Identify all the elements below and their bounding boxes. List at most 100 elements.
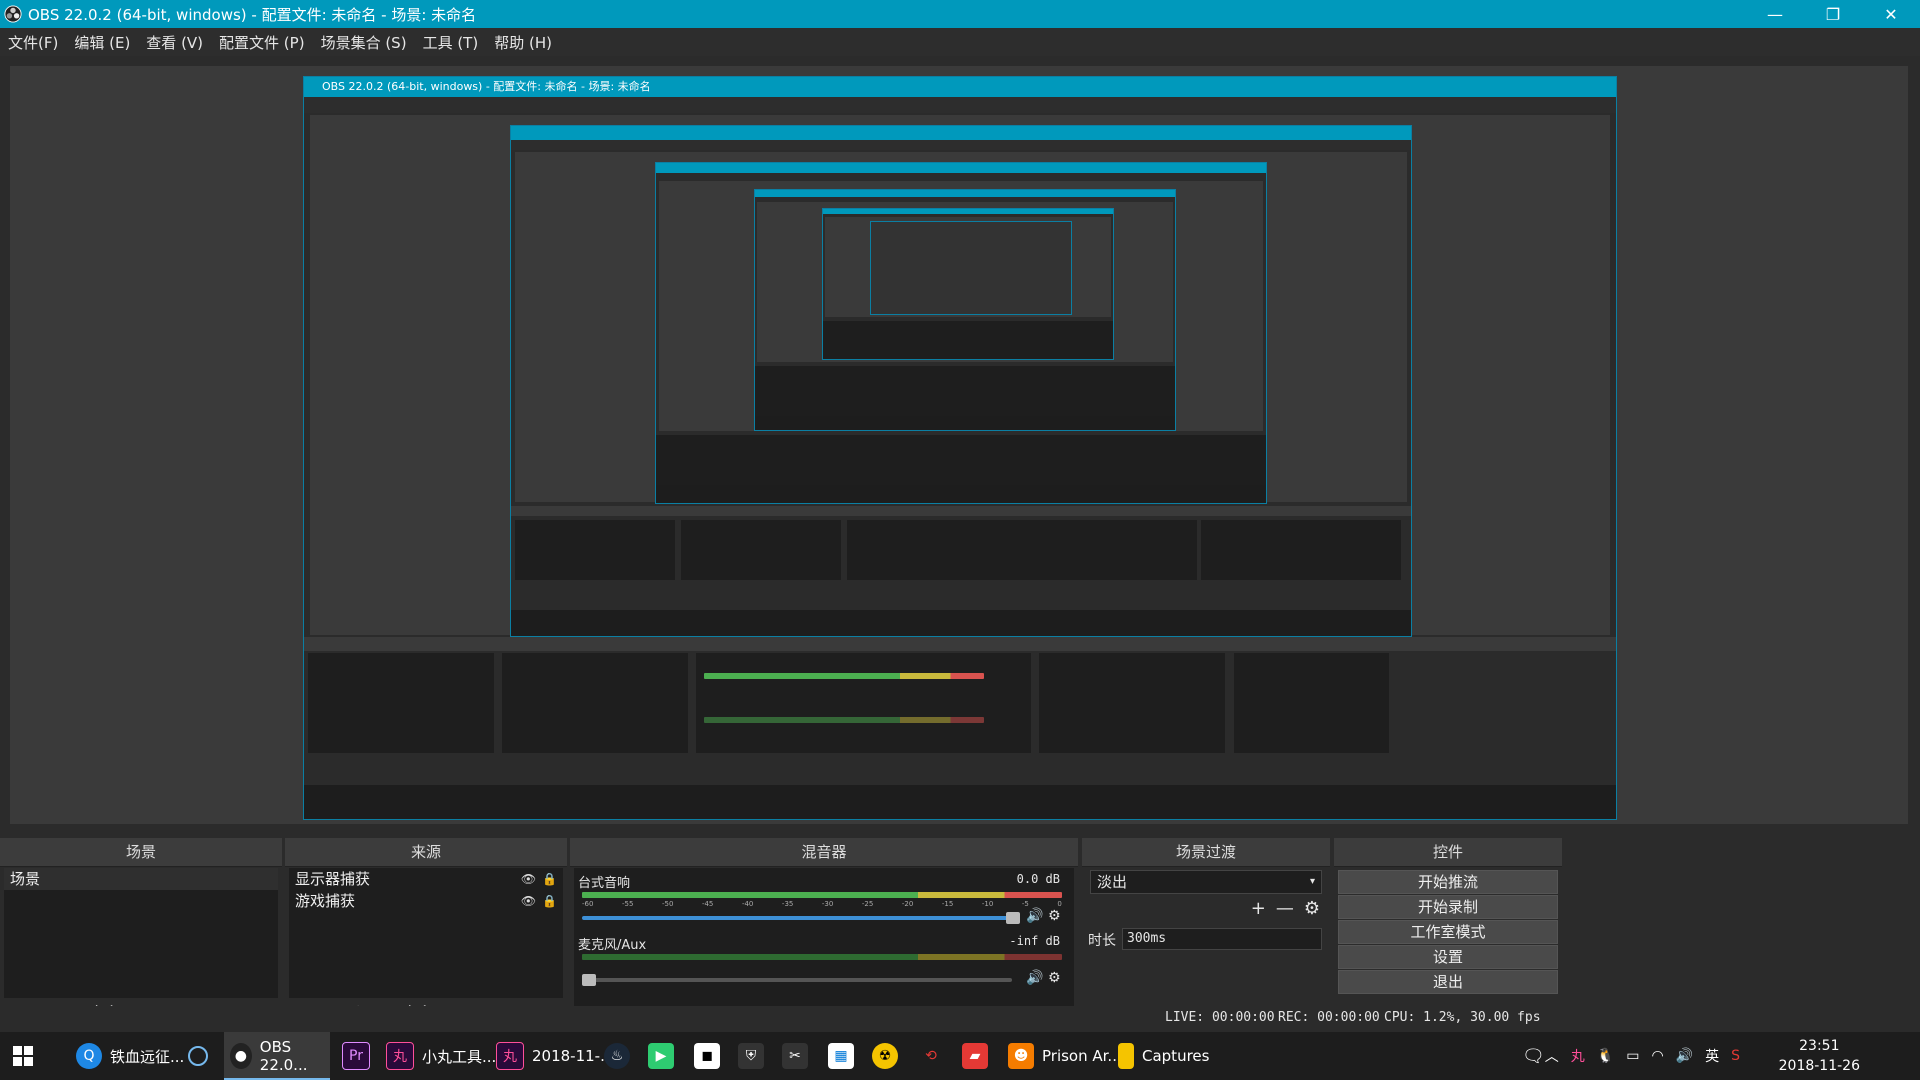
menu-view[interactable]: 查看 (V) bbox=[138, 32, 211, 53]
taskbar-app-premiere[interactable]: Pr bbox=[342, 1032, 378, 1080]
obs-logo-icon bbox=[4, 5, 22, 23]
qq-icon[interactable]: 🐧 bbox=[1597, 1048, 1614, 1064]
taskbar-cortana[interactable] bbox=[188, 1032, 216, 1080]
taskbar-app-prison-architect[interactable]: ☻ Prison Ar... bbox=[1008, 1032, 1122, 1080]
xiaowan-tool-icon: 丸 bbox=[496, 1042, 524, 1070]
system-tray: ︿ 丸 🐧 ▭ ◠ 🔊 英 S bbox=[1545, 1032, 1740, 1080]
game-app-icon: Q bbox=[76, 1043, 102, 1069]
gear-icon[interactable]: ⚙ bbox=[1304, 898, 1320, 919]
transition-select[interactable]: 淡出 ▾ bbox=[1090, 870, 1322, 894]
taskbar-app-pdf[interactable]: ▰ bbox=[962, 1032, 996, 1080]
sources-list[interactable]: 显示器捕获 👁 🔒 游戏捕获 👁 🔒 bbox=[289, 868, 563, 998]
taskbar-app-player[interactable]: ▶ bbox=[648, 1032, 682, 1080]
transitions-dock: 场景过渡 淡出 ▾ + — ⚙ 时长 300ms bbox=[1082, 838, 1330, 1028]
sogou-icon[interactable]: S bbox=[1731, 1048, 1740, 1064]
ime-indicator[interactable]: 英 bbox=[1705, 1046, 1719, 1066]
nested-title: OBS 22.0.2 (64-bit, windows) - 配置文件: 未命名… bbox=[304, 77, 1616, 97]
exit-button[interactable]: 退出 bbox=[1338, 970, 1558, 994]
title-bar: OBS 22.0.2 (64-bit, windows) - 配置文件: 未命名… bbox=[0, 0, 1920, 28]
docks-area: 场景 场景 + — ︿ ﹀ 来源 显示器捕获 👁 🔒 游戏捕获 👁 🔒 + — ⚙ bbox=[0, 838, 1920, 1028]
taskbar-app-label: Captures bbox=[1142, 1047, 1210, 1065]
menu-help[interactable]: 帮助 (H) bbox=[486, 32, 560, 53]
lock-icon[interactable]: 🔒 bbox=[542, 868, 557, 890]
source-item[interactable]: 显示器捕获 👁 🔒 bbox=[289, 868, 563, 890]
rec-status: REC: 00:00:00 bbox=[1278, 1010, 1380, 1025]
clock-date: 2018-11-26 bbox=[1778, 1058, 1860, 1074]
menu-edit[interactable]: 编辑 (E) bbox=[66, 32, 138, 53]
eye-icon[interactable]: 👁 bbox=[521, 890, 536, 912]
taskbar-app-label: 2018-11-... bbox=[532, 1047, 615, 1065]
add-transition-icon[interactable]: + bbox=[1251, 898, 1266, 919]
menu-file[interactable]: 文件(F) bbox=[0, 32, 66, 53]
taskbar-app-shield[interactable]: ⛨ bbox=[738, 1032, 772, 1080]
menu-tools[interactable]: 工具 (T) bbox=[415, 32, 487, 53]
speaker-icon[interactable]: 🔊 bbox=[1026, 970, 1043, 986]
taskbar-app-red[interactable]: ⟲ bbox=[918, 1032, 952, 1080]
taskbar-app-radiation[interactable]: ☢ bbox=[872, 1032, 906, 1080]
taskbar-app-tool[interactable]: ✂ bbox=[782, 1032, 816, 1080]
folder-icon bbox=[1118, 1043, 1134, 1069]
taskbar: Q 铁血远征... ● OBS 22.0... Pr 丸 小丸工具... 丸 2… bbox=[0, 1032, 1920, 1080]
battery-icon[interactable]: ▭ bbox=[1626, 1048, 1639, 1064]
menu-scene-collection[interactable]: 场景集合 (S) bbox=[313, 32, 415, 53]
menu-profile[interactable]: 配置文件 (P) bbox=[211, 32, 313, 53]
wrench-icon: ✂ bbox=[782, 1043, 808, 1069]
prison-architect-icon: ☻ bbox=[1008, 1043, 1034, 1069]
clock[interactable]: 23:51 2018-11-26 bbox=[1779, 1036, 1860, 1076]
volume-slider-handle[interactable] bbox=[1006, 912, 1020, 924]
source-item[interactable]: 游戏捕获 👁 🔒 bbox=[289, 890, 563, 912]
eye-icon[interactable]: 👁 bbox=[521, 868, 536, 890]
volume-slider[interactable] bbox=[582, 978, 1012, 982]
taskbar-app-store[interactable]: ▦ bbox=[828, 1032, 862, 1080]
volume-icon[interactable]: 🔊 bbox=[1676, 1048, 1693, 1064]
start-recording-button[interactable]: 开始录制 bbox=[1338, 895, 1558, 919]
scene-item[interactable]: 场景 bbox=[4, 868, 278, 890]
mixer-track-db: -inf dB bbox=[1009, 934, 1060, 948]
sources-dock: 来源 显示器捕获 👁🔒 游戏捕获 👁🔒 + — ⚙ ︿ ﹀ bbox=[285, 838, 567, 1028]
source-item-label: 显示器捕获 bbox=[295, 870, 371, 888]
remove-transition-icon[interactable]: — bbox=[1276, 898, 1294, 919]
volume-slider-handle[interactable] bbox=[582, 974, 596, 986]
minimize-button[interactable]: — bbox=[1746, 0, 1804, 28]
taskbar-app-game[interactable]: Q 铁血远征... bbox=[76, 1032, 184, 1080]
duration-input[interactable]: 300ms bbox=[1122, 928, 1322, 950]
taskbar-app-label: 铁血远征... bbox=[110, 1047, 185, 1066]
studio-mode-button[interactable]: 工作室模式 bbox=[1338, 920, 1558, 944]
action-center-button[interactable]: 🗨 bbox=[1522, 1032, 1545, 1080]
taskbar-app-captures[interactable]: Captures bbox=[1118, 1032, 1209, 1080]
cpu-status: CPU: 1.2%, 30.00 fps bbox=[1384, 1010, 1541, 1025]
duration-label: 时长 bbox=[1088, 933, 1116, 949]
close-button[interactable]: ✕ bbox=[1862, 0, 1920, 28]
chevron-up-icon[interactable]: ︿ bbox=[1545, 1046, 1559, 1066]
tray-app-icon[interactable]: 丸 bbox=[1571, 1046, 1585, 1066]
store-icon: ▦ bbox=[828, 1043, 854, 1069]
preview-canvas[interactable]: OBS 22.0.2 (64-bit, windows) - 配置文件: 未命名… bbox=[10, 66, 1908, 824]
settings-button[interactable]: 设置 bbox=[1338, 945, 1558, 969]
transition-toolbar: + — ⚙ bbox=[1251, 898, 1320, 919]
network-icon[interactable]: ◠ bbox=[1651, 1048, 1663, 1064]
notification-icon: 🗨 bbox=[1522, 1045, 1545, 1067]
start-button[interactable] bbox=[12, 1032, 34, 1080]
taskbar-app-folder[interactable]: 丸 2018-11-... bbox=[496, 1032, 614, 1080]
taskbar-app-steam[interactable]: ♨ bbox=[604, 1032, 638, 1080]
gear-icon[interactable]: ⚙ bbox=[1048, 908, 1061, 924]
controls-dock: 控件 开始推流 开始录制 工作室模式 设置 退出 bbox=[1334, 838, 1562, 1028]
restore-button[interactable]: ❐ bbox=[1804, 0, 1862, 28]
volume-meter bbox=[582, 954, 1062, 960]
mixer-panel: 台式音响 0.0 dB -60 -55 -50 -45 -40 -35 -30 -25 -20-… bbox=[574, 868, 1074, 1024]
taskbar-app-obs[interactable]: ● OBS 22.0... bbox=[224, 1032, 330, 1080]
meter-scale: -60 -55 -50 -45 -40 -35 -30 -25 -20 -15 -10 -5 0 bbox=[582, 900, 1062, 908]
speaker-icon[interactable]: 🔊 bbox=[1026, 908, 1043, 924]
taskbar-app-label: OBS 22.0... bbox=[259, 1038, 308, 1074]
start-streaming-button[interactable]: 开始推流 bbox=[1338, 870, 1558, 894]
taskbar-app-xiaowan[interactable]: 丸 小丸工具... bbox=[386, 1032, 496, 1080]
live-status: LIVE: 00:00:00 bbox=[1165, 1010, 1275, 1025]
gear-icon[interactable]: ⚙ bbox=[1048, 970, 1061, 986]
windows-logo-icon bbox=[13, 1046, 33, 1066]
steam-icon: ♨ bbox=[604, 1043, 630, 1069]
scenes-list[interactable]: 场景 bbox=[4, 868, 278, 998]
taskbar-app-roblox[interactable]: ◼ bbox=[694, 1032, 728, 1080]
taskbar-app-label: Prison Ar... bbox=[1042, 1047, 1122, 1065]
lock-icon[interactable]: 🔒 bbox=[542, 890, 557, 912]
volume-slider[interactable] bbox=[582, 916, 1012, 920]
